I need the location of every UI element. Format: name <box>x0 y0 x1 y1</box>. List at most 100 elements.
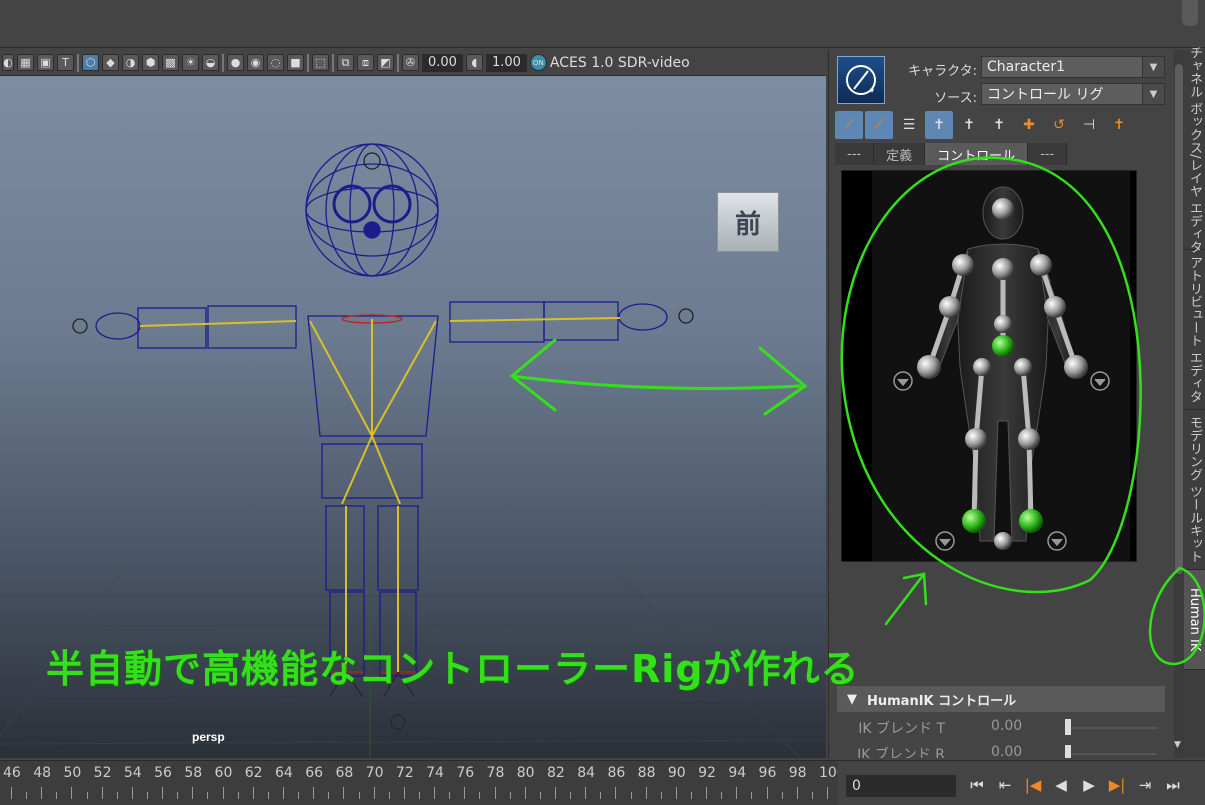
annotation-double-arrow <box>509 338 808 416</box>
skeleton-icon[interactable]: ☰ <box>895 111 923 139</box>
timeline-tick-mark <box>101 787 103 799</box>
color-management-toggle[interactable]: ON <box>529 54 547 71</box>
motion-blur-icon[interactable]: ◉ <box>247 54 264 71</box>
slider-value[interactable]: 0.00 <box>991 718 1022 734</box>
tab-channel-box[interactable]: チャネル ボックス/レイヤ エディタ <box>1184 46 1205 253</box>
tab-attribute-editor[interactable]: アトリビュート エディタ <box>1184 250 1205 410</box>
select-fk-icon[interactable]: ⟋ <box>835 111 863 139</box>
body-part-icon[interactable]: ✝ <box>955 111 983 139</box>
tab-human-ik[interactable]: Human IK <box>1184 570 1205 670</box>
film-gate-icon[interactable]: ▣ <box>37 54 54 71</box>
depth-of-field-icon[interactable]: ■ <box>287 54 304 71</box>
timeline-tick-label: 66 <box>305 765 324 781</box>
view-transform-label[interactable]: ACES 1.0 SDR-video <box>550 55 690 71</box>
slider-track[interactable] <box>1065 727 1157 729</box>
tab-modeling-toolkit[interactable]: モデリング ツールキット <box>1184 410 1205 570</box>
grid-icon[interactable]: ▦ <box>17 54 34 71</box>
timeline-tick-mark <box>313 787 315 799</box>
slider-track[interactable] <box>1065 753 1157 755</box>
top-right-scroll-handle[interactable] <box>1182 0 1198 26</box>
scrollbar-thumb[interactable] <box>1175 64 1183 574</box>
timeline-tick-mark <box>71 787 73 799</box>
timeline-tick-mark <box>434 787 436 799</box>
timeline-tick-mark <box>11 787 12 799</box>
tab-blank-2[interactable]: --- <box>1028 143 1068 165</box>
timeline-tick-mark <box>570 792 572 799</box>
go-to-start-icon[interactable]: ⏮ <box>964 772 990 798</box>
textured-icon[interactable]: ▩ <box>162 54 179 71</box>
timeline-tick-mark <box>736 787 738 799</box>
gamma-field[interactable]: 0.00 <box>422 53 463 72</box>
timeline-tick-label: 54 <box>123 765 142 781</box>
text-hud-icon[interactable]: T <box>57 54 74 71</box>
smooth-shade-icon[interactable]: ◆ <box>102 54 119 71</box>
ik-blend-r-slider[interactable]: IK ブレンド R 0.00 <box>829 744 1159 758</box>
scroll-down-icon[interactable]: ▼ <box>1174 740 1184 750</box>
play-forwards-icon[interactable]: ▶ <box>1076 772 1102 798</box>
timeline-tick-label: 46 <box>3 765 21 781</box>
exposure-field[interactable]: 1.00 <box>485 53 527 72</box>
isolate-select-icon[interactable]: ⬚ <box>312 54 329 71</box>
pin-translate-icon[interactable]: ✚ <box>1015 111 1043 139</box>
wireframe-icon[interactable]: ⬡ <box>82 54 99 71</box>
tab-blank-1[interactable]: --- <box>835 143 875 165</box>
timeline-tick-label: 88 <box>637 765 656 781</box>
xray-active-icon[interactable]: ◩ <box>377 54 394 71</box>
slider-handle[interactable] <box>1065 745 1071 758</box>
xray-icon[interactable]: ⧉ <box>337 54 354 71</box>
tab-definition[interactable]: 定義 <box>874 143 926 165</box>
timeline-tick-label: 92 <box>698 765 716 781</box>
view-cube[interactable]: 前 <box>717 192 779 252</box>
gamma-icon[interactable]: ✇ <box>402 54 419 71</box>
step-back-frame-icon[interactable]: ⇤ <box>992 772 1018 798</box>
ambient-occlusion-icon[interactable]: ● <box>227 54 244 71</box>
step-forward-frame-icon[interactable]: ⇥ <box>1132 772 1158 798</box>
timeline-tick-mark <box>585 787 587 799</box>
timeline-tick-mark <box>162 787 164 799</box>
go-to-end-icon[interactable]: ⏭ <box>1160 772 1186 798</box>
exposure-icon[interactable]: ◖ <box>465 54 483 71</box>
side-tab-bar: チャネル ボックス/レイヤ エディタ アトリビュート エディタ モデリング ツー… <box>1184 46 1205 758</box>
select-ik-icon[interactable]: ⟋ <box>865 111 893 139</box>
play-backwards-icon[interactable]: ◀ <box>1048 772 1074 798</box>
current-frame-field[interactable]: 0 <box>846 775 956 797</box>
selection-icon[interactable]: ✝ <box>985 111 1013 139</box>
time-slider[interactable]: 46 48 50 52 54 56 58 60 62 64 66 68 70 72 74 76 78 80 82 84… <box>0 760 846 805</box>
character-dropdown[interactable]: Character1 ▼ <box>981 56 1165 78</box>
timeline-tick-mark <box>464 787 466 799</box>
timeline-tick-mark <box>192 787 194 799</box>
lights-icon[interactable]: ☀ <box>182 54 199 71</box>
humanik-controls-section[interactable]: ▼ HumanIK コントロール <box>837 686 1165 712</box>
full-body-icon[interactable]: ✝ <box>925 111 953 139</box>
section-title: HumanIK コントロール <box>867 693 1017 709</box>
human-ik-logo-icon[interactable]: ▾ <box>837 56 885 104</box>
slider-handle[interactable] <box>1065 719 1071 735</box>
pin-rotate-icon[interactable]: ↺ <box>1045 111 1073 139</box>
default-material-icon[interactable]: ◑ <box>122 54 139 71</box>
timeline-tick-mark <box>267 792 269 799</box>
wireframe-on-shaded-icon[interactable]: ⬢ <box>142 54 159 71</box>
anti-aliasing-icon[interactable]: ◌ <box>267 54 284 71</box>
timeline-tick-label: 70 <box>365 765 384 781</box>
ik-blend-t-slider[interactable]: IK ブレンド T 0.00 <box>829 718 1159 738</box>
timeline-tick-mark <box>751 792 753 799</box>
slider-value[interactable]: 0.00 <box>991 744 1022 758</box>
step-forward-key-icon[interactable]: ▶| <box>1104 772 1130 798</box>
source-dropdown[interactable]: コントロール リグ ▼ <box>981 83 1165 105</box>
human-ik-character-view[interactable] <box>841 170 1137 562</box>
stance-pose-icon[interactable]: ✝ <box>1105 111 1133 139</box>
timeline-tick-mark <box>766 787 768 799</box>
source-value: コントロール リグ <box>987 87 1104 103</box>
timeline-tick-mark <box>388 792 390 799</box>
camera-select-icon[interactable]: ◐ <box>2 54 14 71</box>
shadows-icon[interactable]: ◒ <box>202 54 219 71</box>
xray-joints-icon[interactable]: ⧈ <box>357 54 374 71</box>
unpin-icon[interactable]: ⊣ <box>1075 111 1103 139</box>
top-menu-area <box>0 0 1205 48</box>
timeline-tick-mark <box>419 792 420 799</box>
step-back-key-icon[interactable]: |◀ <box>1020 772 1046 798</box>
timeline-tick-mark <box>781 792 783 799</box>
timeline-tick-mark <box>252 787 254 799</box>
tab-controls[interactable]: コントロール <box>925 143 1029 165</box>
panel-scrollbar[interactable]: ▼ <box>1174 50 1184 758</box>
